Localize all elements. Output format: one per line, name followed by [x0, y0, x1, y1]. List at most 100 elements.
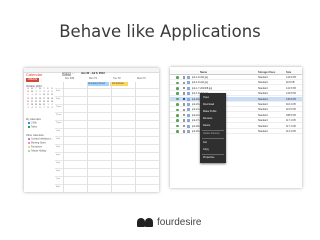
file-name: ipd-1-7-201308.jpg: [192, 86, 213, 90]
time-label: 6pm: [56, 169, 61, 172]
storage-class: Standard: [258, 81, 268, 85]
file-row[interactable]: ipd-22-dsh-2.jpgStandard188.5 KB: [170, 113, 302, 118]
time-label: 4pm: [56, 153, 61, 156]
context-menu-item[interactable]: Delete: [203, 124, 210, 127]
context-menu-item[interactable]: Properties: [203, 156, 214, 159]
file-row[interactable]: ipd-29-dsh.jpgStandard113.4 KB: [170, 129, 302, 134]
file-row[interactable]: ipd-19-dsh.jpgStandard130.8 KB: [170, 96, 302, 102]
time-row[interactable]: 10am: [55, 104, 159, 112]
time-label: 7pm: [56, 177, 61, 180]
row-checkbox[interactable]: [183, 108, 186, 112]
time-label: 8pm: [56, 185, 61, 188]
file-row[interactable]: ipd-20-dsh.jpgStandard118.4 KB: [170, 102, 302, 107]
status-dot-icon: [176, 124, 179, 128]
calendar-color-chip: [28, 138, 30, 140]
file-row[interactable]: ipd-28-dsh.jpgStandard117.1 KB: [170, 124, 302, 129]
time-row[interactable]: 11am: [55, 112, 159, 120]
other-calendar-label: Fourdesire: [31, 146, 42, 149]
today-button[interactable]: Today: [62, 72, 71, 76]
status-dot-icon: [176, 97, 179, 101]
row-checkbox[interactable]: [183, 92, 186, 95]
image-file-icon: [187, 81, 190, 85]
row-checkbox[interactable]: [183, 97, 186, 101]
context-menu-item[interactable]: Initiate Restore: [203, 132, 220, 135]
image-file-icon: [187, 86, 190, 90]
file-row[interactable]: ipd-1-7-201308.jpg Standard 141.5 KB: [170, 86, 302, 91]
week-view[interactable]: Sun 6/30 Mon 7/1 Tue 7/2 Wed 7/3 Company…: [55, 78, 159, 192]
storage-class: Standard: [258, 108, 268, 112]
context-menu-item[interactable]: Rename: [203, 117, 212, 120]
context-menu: Open Download Make Public Rename Delete …: [200, 93, 226, 163]
time-row[interactable]: 12pm: [55, 120, 159, 128]
day-header[interactable]: Wed 7/3: [137, 78, 146, 82]
other-calendar-item[interactable]: Taiwan Holiday: [28, 150, 46, 153]
row-checkbox[interactable]: [183, 87, 186, 90]
file-size: 118.4 KB: [286, 103, 296, 106]
other-calendar-item[interactable]: Meeting Notes: [28, 142, 46, 145]
status-dot-icon: [176, 81, 179, 85]
image-file-icon: [187, 92, 190, 96]
file-row[interactable]: ipd-1-8-dsh.jpg Standard 92.8 KB: [170, 80, 302, 86]
my-calendar-item[interactable]: Tasks: [28, 126, 37, 129]
my-calendars-label[interactable]: My calendars: [26, 118, 41, 121]
status-dot-icon: [176, 130, 179, 133]
row-checkbox[interactable]: [183, 114, 186, 117]
status-dot-icon: [176, 108, 179, 112]
context-menu-item[interactable]: Cut: [203, 141, 207, 144]
row-checkbox[interactable]: [183, 119, 186, 122]
time-label: 10am: [56, 105, 62, 108]
day-header[interactable]: Sun 6/30: [65, 78, 74, 82]
calendar-color-chip: [28, 146, 30, 148]
image-file-icon: [187, 130, 190, 133]
storage-class: Standard: [258, 92, 268, 96]
other-calendar-label: Taiwan Holiday: [31, 150, 47, 153]
other-calendars-label[interactable]: Other calendars: [26, 134, 44, 137]
other-calendar-label: Meeting Notes: [31, 142, 46, 145]
file-name: ipd-1-8-dsh.jpg: [192, 81, 208, 85]
all-day-event[interactable]: Company Dinner: [87, 82, 109, 86]
fourdesire-logo-icon: [137, 217, 153, 227]
time-row[interactable]: 8pm: [55, 184, 159, 192]
storage-class: Standard: [258, 97, 268, 101]
all-day-event[interactable]: Kick Andrew: [110, 82, 128, 86]
time-row[interactable]: 1pm: [55, 128, 159, 136]
row-checkbox[interactable]: [183, 81, 186, 85]
nav-arrows-icon[interactable]: ‹ ›: [72, 72, 79, 76]
status-dot-icon: [176, 87, 179, 90]
file-row[interactable]: ipd-21-dsh.jpgStandard119.5 KB: [170, 107, 302, 113]
file-row[interactable]: ipd-27-dsh-2.jpgStandard117.1 KB: [170, 118, 302, 124]
create-button[interactable]: CREATE: [26, 78, 39, 82]
other-calendar-item[interactable]: Contact birthdays a...: [28, 138, 53, 141]
row-checkbox[interactable]: [183, 103, 186, 106]
my-calendar-item[interactable]: U Brk: [28, 122, 37, 125]
file-size: 144.9 KB: [286, 76, 296, 79]
time-row[interactable]: 2pm: [55, 136, 159, 144]
calendar-app-name: Calendar: [26, 72, 43, 77]
context-menu-item[interactable]: Download: [203, 103, 214, 106]
file-size: 117.1 KB: [286, 119, 296, 123]
row-checkbox[interactable]: [183, 76, 186, 79]
mini-day[interactable]: 9: [50, 107, 54, 110]
row-checkbox[interactable]: [183, 130, 186, 133]
context-menu-item[interactable]: Make Public: [203, 110, 217, 113]
date-range: Jun 30 - Jul 6, 2013: [81, 72, 105, 75]
other-calendar-item[interactable]: Fourdesire: [28, 146, 42, 149]
row-checkbox[interactable]: [183, 124, 186, 128]
time-row[interactable]: 5pm: [55, 160, 159, 168]
time-row[interactable]: 8am: [55, 88, 159, 96]
time-row[interactable]: 6pm: [55, 168, 159, 176]
file-row[interactable]: ipd-1-8-dsh.jpg Standard 144.9 KB: [170, 75, 302, 80]
context-menu-item[interactable]: Open: [203, 96, 209, 99]
file-row[interactable]: ipd-1-8-dsh.jpgStandard144.8 KB: [170, 91, 302, 97]
time-row[interactable]: 7pm: [55, 176, 159, 184]
status-dot-icon: [176, 119, 179, 123]
context-menu-item[interactable]: Copy: [203, 148, 209, 151]
image-file-icon: [187, 108, 190, 112]
time-row[interactable]: 3pm: [55, 144, 159, 152]
storage-class: Standard: [258, 86, 268, 90]
time-row[interactable]: 4pm: [55, 152, 159, 160]
storage-class: Standard: [258, 130, 268, 133]
storage-class: Standard: [258, 124, 268, 128]
time-row[interactable]: 9am: [55, 96, 159, 104]
file-size: 188.5 KB: [286, 113, 296, 117]
